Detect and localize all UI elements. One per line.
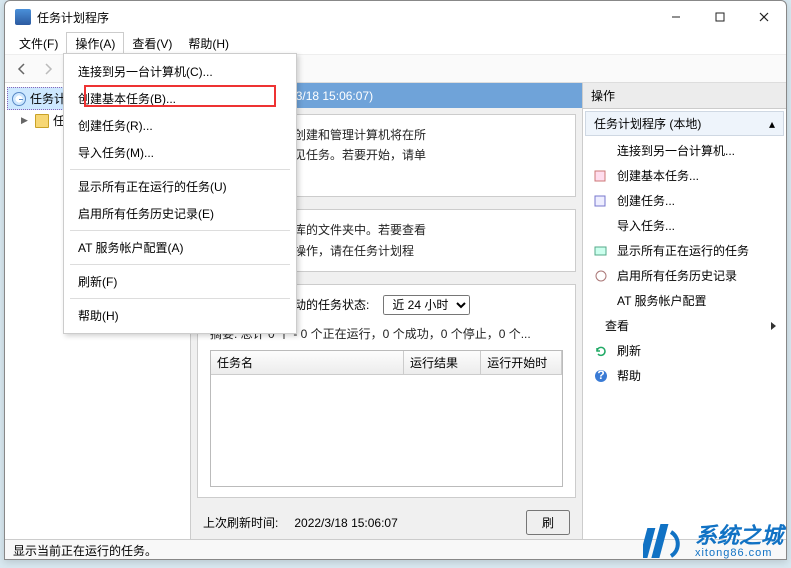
menu-enable-history[interactable]: 启用所有任务历史记录(E) <box>64 200 296 227</box>
watermark: 系统之城 xitong86.com <box>643 522 783 562</box>
action-menu-dropdown: 连接到另一台计算机(C)... 创建基本任务(B)... 创建任务(R)... … <box>63 53 297 334</box>
status-period-select[interactable]: 近 24 小时 <box>383 295 470 315</box>
last-refresh-row: 上次刷新时间: 2022/3/18 15:06:07 刷 <box>203 510 570 535</box>
titlebar: 任务计划程序 <box>5 1 786 33</box>
action-view-submenu[interactable]: 查看 <box>585 313 784 338</box>
action-label: 显示所有正在运行的任务 <box>617 242 749 259</box>
col-run-start[interactable]: 运行开始时 <box>481 351 562 375</box>
window-controls <box>654 2 786 32</box>
task-table: 任务名 运行结果 运行开始时 <box>210 350 563 487</box>
maximize-button[interactable] <box>698 2 742 32</box>
history-icon <box>593 268 609 284</box>
scheduler-icon <box>12 92 26 106</box>
window-title: 任务计划程序 <box>37 9 654 26</box>
menu-view[interactable]: 查看(V) <box>124 33 180 54</box>
menu-separator <box>70 264 290 265</box>
actions-pane-title: 操作 <box>583 83 786 109</box>
menu-separator <box>70 298 290 299</box>
svg-text:?: ? <box>597 369 604 382</box>
action-create-task[interactable]: 创建任务... <box>585 188 784 213</box>
watermark-url: xitong86.com <box>695 547 783 559</box>
folder-icon <box>35 114 49 128</box>
collapse-icon: ▴ <box>769 117 775 131</box>
minimize-button[interactable] <box>654 2 698 32</box>
close-button[interactable] <box>742 2 786 32</box>
col-run-result[interactable]: 运行结果 <box>404 351 481 375</box>
action-label: 连接到另一台计算机... <box>617 142 735 159</box>
menu-help[interactable]: 帮助(H) <box>180 33 237 54</box>
action-label: 导入任务... <box>617 217 675 234</box>
action-label: 创建任务... <box>617 192 675 209</box>
menu-file[interactable]: 文件(F) <box>11 33 66 54</box>
expand-icon[interactable]: ▶ <box>21 115 31 126</box>
watermark-icon <box>643 522 687 562</box>
action-enable-history[interactable]: 启用所有任务历史记录 <box>585 263 784 288</box>
action-label: AT 服务帐户配置 <box>617 292 707 309</box>
col-task-name[interactable]: 任务名 <box>211 351 404 375</box>
create-basic-icon <box>593 168 609 184</box>
action-label: 帮助 <box>617 367 641 384</box>
menubar: 文件(F) 操作(A) 查看(V) 帮助(H) <box>5 33 786 55</box>
menu-create-task[interactable]: 创建任务(R)... <box>64 112 296 139</box>
menu-show-running[interactable]: 显示所有正在运行的任务(U) <box>64 173 296 200</box>
nav-back-button[interactable] <box>11 58 33 80</box>
create-task-icon <box>593 193 609 209</box>
help-icon: ? <box>593 368 609 384</box>
refresh-icon <box>593 343 609 359</box>
action-create-basic-task[interactable]: 创建基本任务... <box>585 163 784 188</box>
nav-forward-button[interactable] <box>37 58 59 80</box>
actions-pane: 操作 任务计划程序 (本地) ▴ 连接到另一台计算机... 创建基本任务... … <box>582 83 786 539</box>
tree-root-label: 任务计 <box>30 90 66 107</box>
action-refresh[interactable]: 刷新 <box>585 338 784 363</box>
action-at-service[interactable]: AT 服务帐户配置 <box>585 288 784 313</box>
menu-at-service[interactable]: AT 服务帐户配置(A) <box>64 234 296 261</box>
menu-create-basic-task[interactable]: 创建基本任务(B)... <box>64 85 296 112</box>
action-label: 刷新 <box>617 342 641 359</box>
app-icon <box>15 9 31 25</box>
menu-separator <box>70 169 290 170</box>
last-refresh-value: 2022/3/18 15:06:07 <box>294 516 397 530</box>
menu-import-task[interactable]: 导入任务(M)... <box>64 139 296 166</box>
watermark-title: 系统之城 <box>695 525 783 547</box>
import-icon <box>593 218 609 234</box>
action-show-running[interactable]: 显示所有正在运行的任务 <box>585 238 784 263</box>
running-icon <box>593 243 609 259</box>
menu-refresh[interactable]: 刷新(F) <box>64 268 296 295</box>
menu-separator <box>70 230 290 231</box>
action-label: 启用所有任务历史记录 <box>617 267 737 284</box>
submenu-arrow-icon <box>771 322 776 330</box>
actions-heading-label: 任务计划程序 (本地) <box>594 115 701 132</box>
menu-connect[interactable]: 连接到另一台计算机(C)... <box>64 58 296 85</box>
action-help[interactable]: ? 帮助 <box>585 363 784 388</box>
action-import-task[interactable]: 导入任务... <box>585 213 784 238</box>
action-label: 创建基本任务... <box>617 167 699 184</box>
connect-icon <box>593 143 609 159</box>
action-label: 查看 <box>605 317 629 334</box>
menu-action[interactable]: 操作(A) <box>66 32 124 55</box>
menu-help[interactable]: 帮助(H) <box>64 302 296 329</box>
action-connect[interactable]: 连接到另一台计算机... <box>585 138 784 163</box>
last-refresh-label: 上次刷新时间: <box>203 514 278 531</box>
at-service-icon <box>593 293 609 309</box>
refresh-button[interactable]: 刷 <box>526 510 570 535</box>
actions-heading[interactable]: 任务计划程序 (本地) ▴ <box>585 111 784 136</box>
